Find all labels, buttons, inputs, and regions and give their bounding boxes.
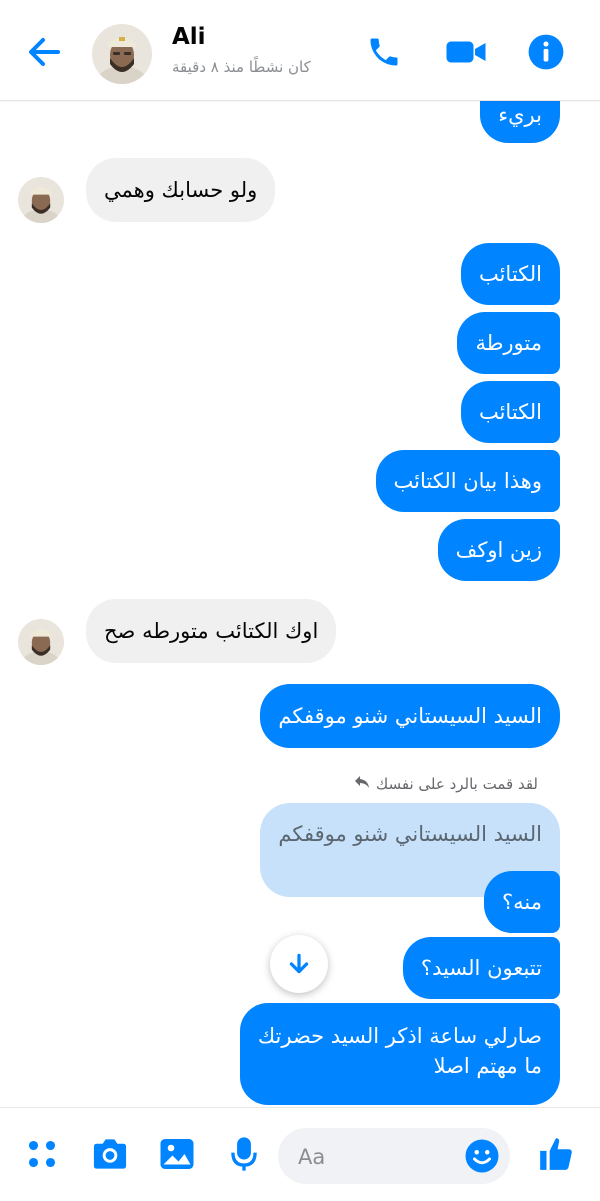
- phone-icon[interactable]: [360, 28, 408, 76]
- back-arrow-icon[interactable]: [22, 30, 66, 74]
- message-bubble[interactable]: السيد السيستاني شنو موقفكم: [260, 684, 560, 748]
- message-line: صارلي ساعة اذكر السيد حضرتك: [257, 1024, 542, 1048]
- avatar[interactable]: [92, 24, 152, 84]
- message-bubble[interactable]: الكتائب: [460, 381, 560, 443]
- apps-grid-icon[interactable]: [20, 1132, 64, 1176]
- emoji-icon[interactable]: [464, 1138, 500, 1174]
- message-bubble[interactable]: ولو حسابك وهمي: [86, 158, 276, 222]
- gallery-icon[interactable]: [155, 1132, 199, 1176]
- avatar[interactable]: [18, 619, 64, 665]
- message-bubble[interactable]: بريء: [480, 101, 560, 143]
- thumbs-up-icon[interactable]: [534, 1132, 578, 1176]
- message-bubble[interactable]: صارلي ساعة اذكر السيد حضرتك ما مهتم اصلا: [239, 1003, 560, 1105]
- reply-note: لقد قمت بالرد على نفسك: [354, 775, 538, 793]
- conversation-header: Ali كان نشطًا منذ ٨ دقيقة: [0, 0, 600, 101]
- scroll-to-bottom-button[interactable]: [270, 935, 328, 993]
- message-bubble[interactable]: تتبعون السيد؟: [402, 937, 560, 999]
- active-status: كان نشطًا منذ ٨ دقيقة: [172, 58, 311, 76]
- arrow-down-icon: [289, 953, 309, 974]
- composer-bar: [0, 1107, 600, 1201]
- message-input[interactable]: [296, 1128, 450, 1186]
- avatar[interactable]: [18, 177, 64, 223]
- info-icon[interactable]: [522, 28, 570, 76]
- message-bubble[interactable]: زين اوكف: [437, 519, 560, 581]
- reply-note-text: لقد قمت بالرد على نفسك: [375, 775, 538, 793]
- message-bubble[interactable]: الكتائب: [460, 243, 560, 305]
- message-bubble[interactable]: منه؟: [484, 871, 560, 933]
- message-bubble[interactable]: اوك الكتائب متورطه صح: [86, 599, 337, 663]
- message-composer[interactable]: [278, 1128, 510, 1186]
- camera-icon[interactable]: [88, 1132, 132, 1176]
- reply-arrow-icon: [354, 775, 370, 793]
- message-bubble[interactable]: متورطة: [457, 312, 560, 374]
- message-line: ما مهتم اصلا: [433, 1054, 542, 1078]
- message-bubble[interactable]: وهذا بيان الكتائب: [375, 450, 560, 512]
- contact-name[interactable]: Ali: [172, 24, 206, 50]
- microphone-icon[interactable]: [222, 1132, 266, 1176]
- video-camera-icon[interactable]: [442, 28, 490, 76]
